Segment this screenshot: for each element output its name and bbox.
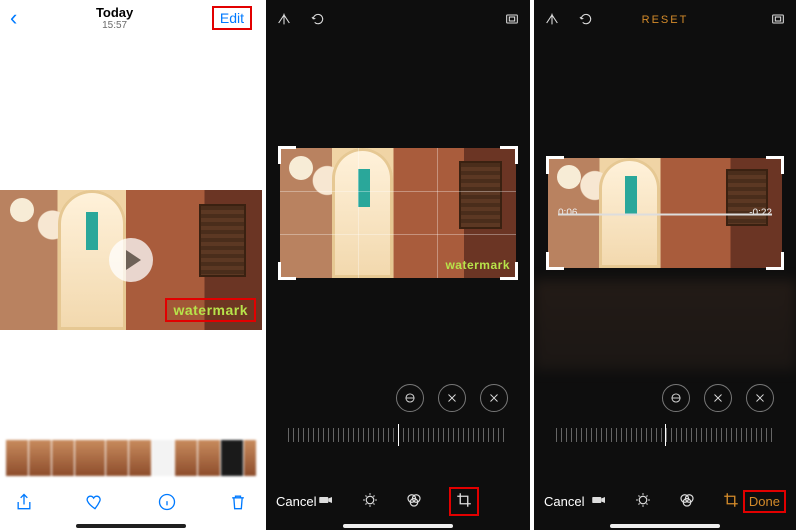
filters-icon[interactable] [678,491,696,512]
crop-canvas[interactable]: 0:06 -0:22 [548,158,782,268]
backdrop-blur [534,280,796,370]
header-title-block: Today 15:57 [96,5,133,31]
crop-header [266,0,530,40]
viewer-toolbar [0,488,262,520]
play-icon[interactable] [109,238,153,282]
reset-button[interactable]: RESET [642,14,689,26]
done-button[interactable]: Done [743,490,786,513]
straighten-icon[interactable] [662,384,690,412]
crop-bottom-bar: Cancel Done [534,486,796,516]
angle-ruler[interactable] [556,424,774,446]
cancel-button[interactable]: Cancel [276,494,316,509]
crop-canvas[interactable]: watermark [280,148,516,278]
home-indicator [343,524,453,528]
heart-icon[interactable] [85,491,105,518]
home-indicator [610,524,720,528]
rotate-icon[interactable] [310,11,326,30]
watermark-label: watermark [445,258,510,272]
video-icon[interactable] [590,491,608,512]
crop-done-pane: RESET 0:06 -0:22 Cancel [534,0,796,530]
crop-bottom-bar: Cancel [266,486,530,516]
home-indicator [76,524,186,528]
photos-viewer-pane: ‹ Today 15:57 Edit watermark [0,0,262,530]
viewer-header: ‹ Today 15:57 Edit [0,0,262,36]
crop-header: RESET [534,0,796,40]
flip-icon[interactable] [544,11,560,30]
thumbnail-strip[interactable] [6,440,256,476]
flip-v-icon[interactable] [480,384,508,412]
straighten-icon[interactable] [396,384,424,412]
info-icon[interactable] [157,491,177,518]
crop-editor-pane: watermark Cancel [266,0,530,530]
share-icon[interactable] [14,491,34,518]
transform-buttons [662,384,774,412]
header-title: Today [96,5,133,20]
aspect-icon[interactable] [504,11,520,30]
cancel-button[interactable]: Cancel [544,494,584,509]
back-chevron-icon[interactable]: ‹ [10,5,17,31]
crop-icon[interactable] [722,491,740,512]
filters-icon[interactable] [405,491,423,512]
watermark-label: watermark [165,298,256,322]
flip-v-icon[interactable] [746,384,774,412]
header-time: 15:57 [96,20,133,31]
flip-h-icon[interactable] [438,384,466,412]
flip-icon[interactable] [276,11,292,30]
transform-buttons [396,384,508,412]
aspect-icon[interactable] [770,11,786,30]
video-icon[interactable] [317,491,335,512]
adjust-icon[interactable] [634,491,652,512]
edit-button[interactable]: Edit [212,6,252,30]
rotate-icon[interactable] [578,11,594,30]
trash-icon[interactable] [228,491,248,518]
flip-h-icon[interactable] [704,384,732,412]
angle-ruler[interactable] [288,424,508,446]
crop-icon[interactable] [449,487,479,516]
video-preview[interactable]: watermark [0,190,262,330]
scrubber[interactable]: 0:06 -0:22 [548,208,782,219]
adjust-icon[interactable] [361,491,379,512]
